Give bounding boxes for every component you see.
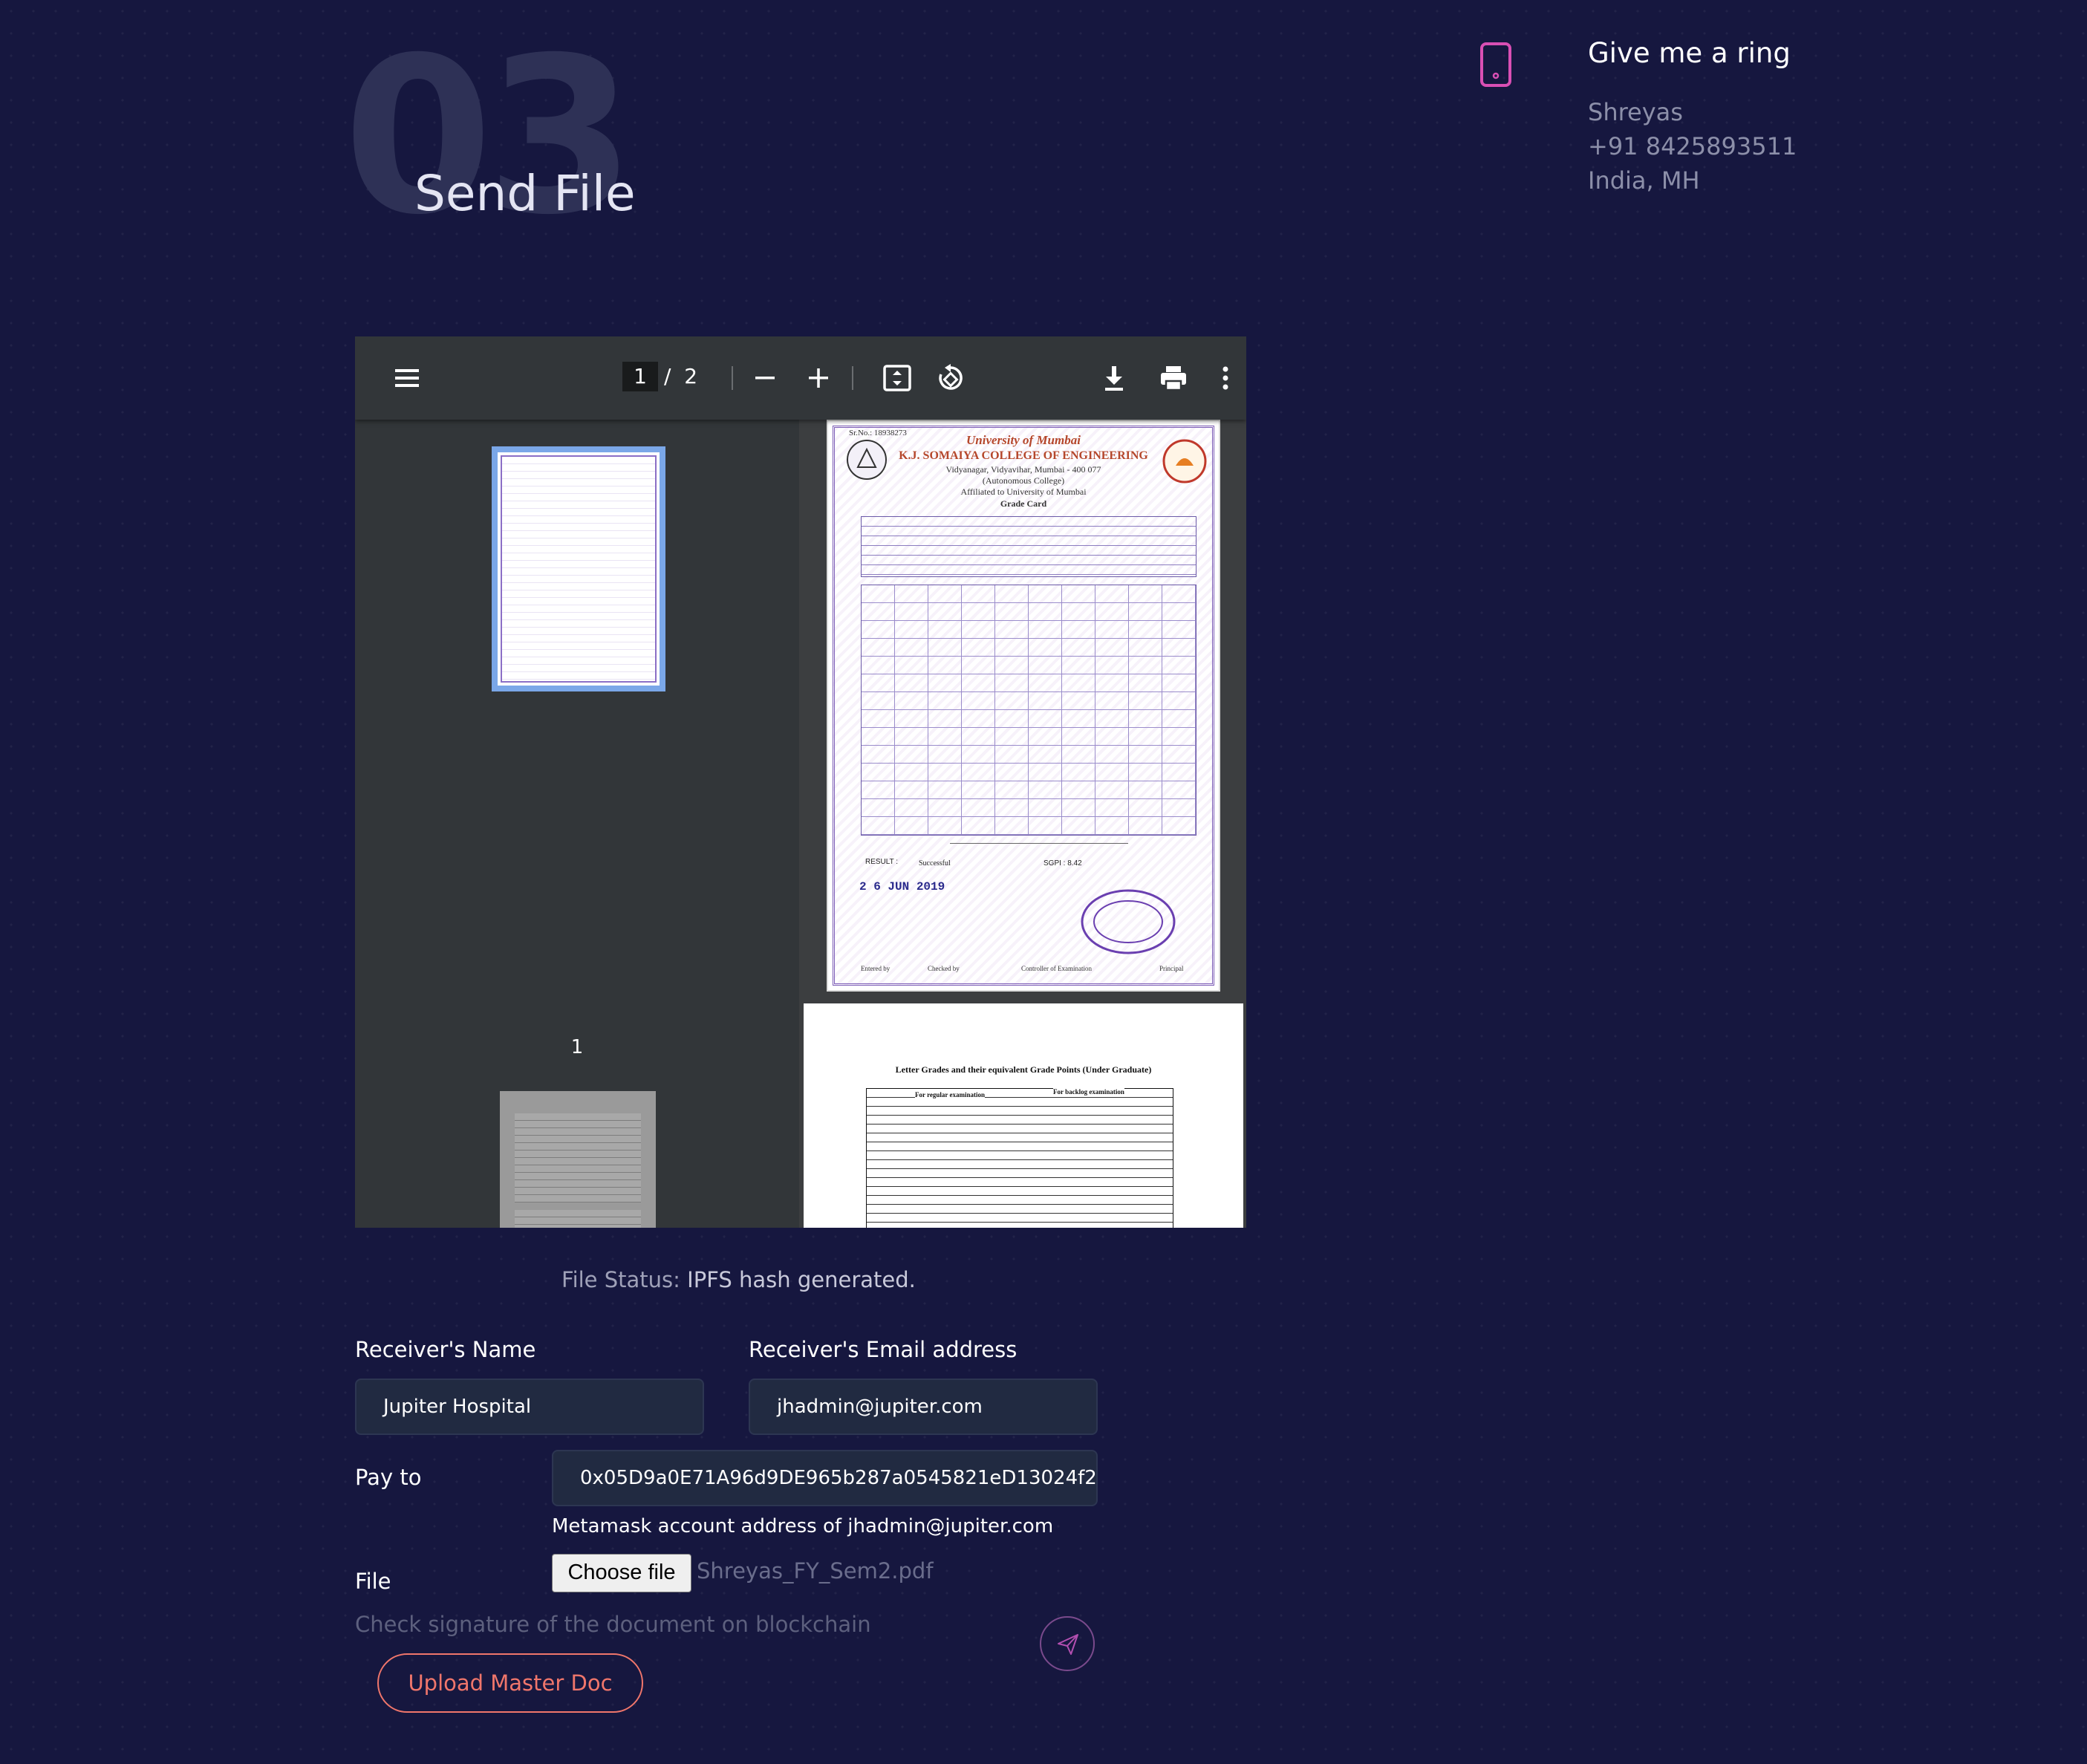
download-icon[interactable]: [1098, 362, 1130, 394]
exam-section-stamp-icon: [1081, 889, 1176, 954]
more-options-icon[interactable]: [1209, 362, 1242, 394]
receiver-email-input[interactable]: jhadmin@jupiter.com: [749, 1379, 1098, 1435]
thumbnail-label-1: 1: [570, 1036, 584, 1058]
pdf-page-1: Sr.No.: 18938273 University of Mumbai K.…: [827, 420, 1220, 992]
check-signature-text: Check signature of the document on block…: [355, 1612, 871, 1637]
page-count: / 2: [664, 362, 697, 391]
sgpi-value: SGPI : 8.42: [1044, 859, 1082, 868]
thumbnail-sidebar: 1 2: [355, 420, 799, 1228]
footer-checked-by: Checked by: [928, 965, 960, 972]
send-button[interactable]: [1040, 1616, 1095, 1671]
page-number-input[interactable]: 1: [622, 362, 658, 391]
contact-title: Give me a ring: [1588, 37, 1791, 69]
file-status: File Status: IPFS hash generated.: [561, 1267, 916, 1292]
send-icon: [1058, 1634, 1078, 1655]
footer-principal: Principal: [1159, 965, 1184, 972]
file-label: File: [355, 1569, 391, 1594]
menu-icon[interactable]: [391, 362, 423, 394]
phone-icon: [1480, 42, 1511, 87]
pdf-toolbar: 1 / 2: [355, 336, 1246, 420]
university-seal-icon: [847, 440, 887, 480]
file-status-label: File Status:: [561, 1267, 680, 1292]
pay-to-address-input[interactable]: 0x05D9a0E71A96d9DE965b287a0545821eD13024…: [552, 1450, 1098, 1506]
college-affiliation: Affiliated to University of Mumbai: [960, 486, 1087, 497]
pay-to-hint: Metamask account address of jhadmin@jupi…: [552, 1515, 1054, 1537]
contact-location: India, MH: [1588, 166, 1700, 195]
col-backlog: For backlog examination: [1053, 1088, 1124, 1096]
page-separator: /: [664, 364, 671, 388]
pay-to-label: Pay to: [355, 1465, 422, 1490]
result-label: RESULT :: [865, 858, 899, 866]
receiver-name-label: Receiver's Name: [355, 1337, 536, 1362]
col-regular: For regular examination: [915, 1091, 985, 1099]
toolbar-divider: [852, 366, 853, 390]
thumbnail-table-bottom: [515, 1210, 641, 1228]
fit-page-icon[interactable]: [881, 362, 914, 394]
result-value: Successful: [919, 859, 951, 868]
zoom-out-icon[interactable]: [749, 362, 781, 394]
grade-point-table: [866, 1088, 1173, 1228]
thumbnail-table-top: [515, 1113, 641, 1202]
selected-file-name: Shreyas_FY_Sem2.pdf: [697, 1558, 934, 1584]
print-icon[interactable]: [1157, 362, 1190, 394]
zoom-in-icon[interactable]: [802, 362, 835, 394]
footer-entered-by: Entered by: [861, 965, 891, 972]
receiver-name-input[interactable]: Jupiter Hospital: [355, 1379, 704, 1435]
pdf-viewer[interactable]: 1 / 2 1 Sr.No.: 18938273 University of M…: [355, 336, 1246, 1228]
grade-table: [861, 585, 1196, 836]
rotate-icon[interactable]: [934, 362, 967, 394]
choose-file-button[interactable]: Choose file: [552, 1554, 691, 1592]
contact-name: Shreyas: [1588, 98, 1683, 126]
toolbar-divider: [732, 366, 733, 390]
thumbnail-page-2[interactable]: [500, 1091, 656, 1228]
college-logo-icon: [1162, 439, 1207, 484]
thumbnail-page-1-image: [498, 452, 660, 686]
receiver-email-label: Receiver's Email address: [749, 1337, 1018, 1362]
file-status-value: IPFS hash generated.: [687, 1267, 916, 1292]
total-pages: 2: [684, 364, 698, 388]
upload-master-doc-button[interactable]: Upload Master Doc: [377, 1653, 643, 1713]
contact-phone: +91 8425893511: [1588, 132, 1797, 160]
date-stamp: 2 6 JUN 2019: [859, 880, 945, 894]
pdf-page-2: Letter Grades and their equivalent Grade…: [804, 1003, 1243, 1228]
page-title: Send File: [414, 165, 636, 222]
grade-card-title: Grade Card: [1000, 498, 1047, 509]
footer-controller: Controller of Examination: [1021, 965, 1092, 972]
thumbnail-page-1[interactable]: [492, 446, 665, 691]
student-info-block: [861, 516, 1196, 577]
page2-heading: Letter Grades and their equivalent Grade…: [895, 1064, 1152, 1075]
exposure-course-line: [950, 843, 1128, 844]
